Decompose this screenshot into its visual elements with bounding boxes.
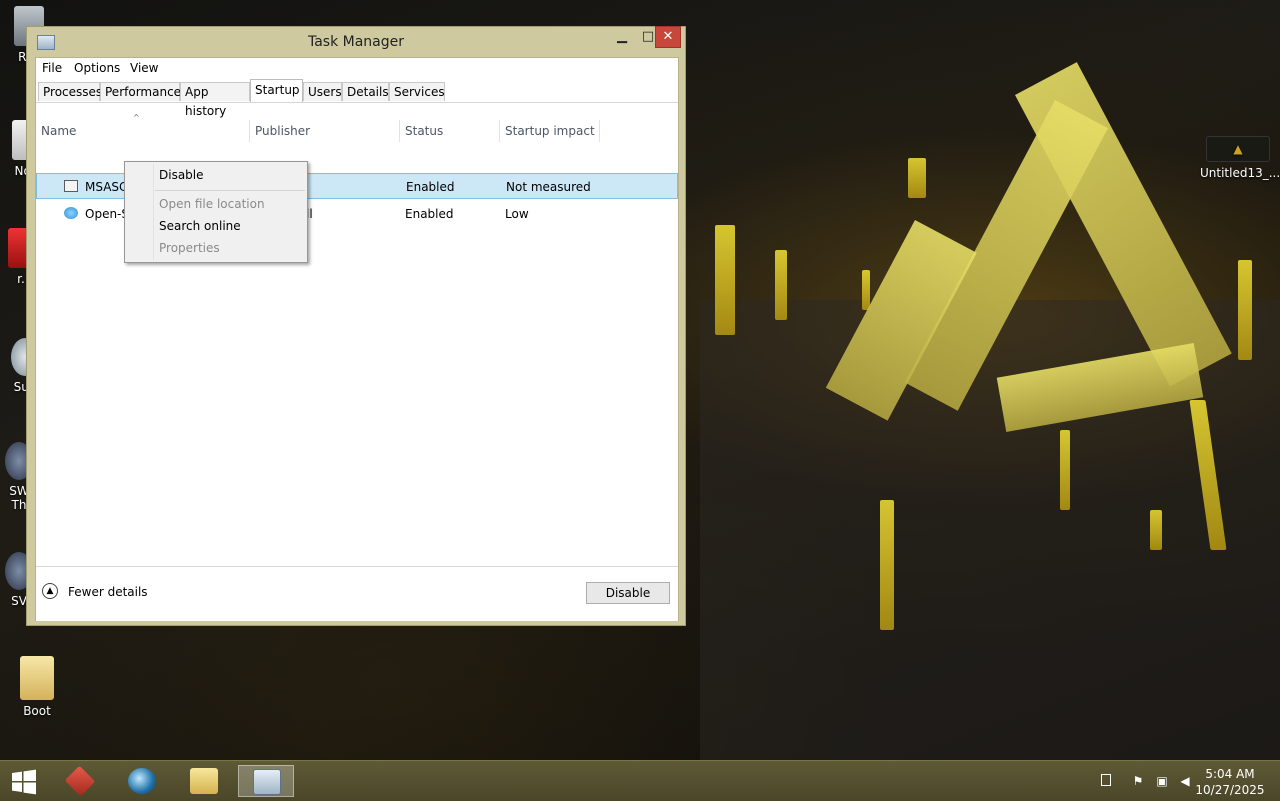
network-icon[interactable]: ▣ [1155,774,1169,788]
context-menu-properties[interactable]: Properties [159,241,220,255]
tab-details[interactable]: Details [342,82,389,101]
taskbar: ⚑ ▣ ◀ 5:04 AM 10/27/2025 [0,760,1280,801]
taskbar-app-browser[interactable] [114,765,170,797]
desktop-icon-untitled[interactable]: ▲ Untitled13_... [1200,136,1280,180]
footer-bar: ▲ Fewer details Disable [36,566,678,621]
desktop-icon-boot[interactable]: Boot [8,656,66,718]
desktop-icon-label: SV [11,594,27,608]
start-button[interactable] [0,765,48,797]
window-title: Task Manager [307,34,405,50]
folder-icon [190,768,218,794]
task-manager-client-area: File Options View Processes Performance … [35,57,679,621]
desktop-icon-label: Boot [23,704,51,718]
image-file-icon: ▲ [1206,136,1270,162]
desktop-icon-label: r. [17,272,25,286]
context-menu-disable[interactable]: Disable [159,168,204,182]
action-center-flag-icon[interactable]: ⚑ [1131,774,1145,788]
menu-separator [155,190,305,191]
taskbar-task-manager[interactable] [238,765,294,797]
column-status[interactable]: Status [400,120,500,142]
row-impact: Low [505,207,529,221]
taskbar-app-box[interactable] [52,765,108,797]
column-header-row: Name Publisher Status Startup impact [36,120,678,142]
tab-bar: Processes Performance App history Startu… [36,78,678,118]
disable-button[interactable]: Disable [586,582,670,604]
globe-icon [64,207,78,219]
task-manager-icon [253,769,281,795]
wallpaper-pillar [775,250,787,320]
clock-date: 10/27/2025 [1195,783,1265,797]
system-clock[interactable]: 5:04 AM 10/27/2025 [1190,766,1270,798]
row-impact: Not measured [506,180,591,194]
minimize-button[interactable]: ▁ [609,27,635,47]
title-bar[interactable]: Task Manager ▁ □ ✕ [27,26,685,57]
tab-startup[interactable]: Startup [250,79,303,102]
chevron-up-icon[interactable]: ▲ [42,583,58,599]
menu-bar: File Options View [36,58,678,78]
fewer-details-link[interactable]: Fewer details [68,585,148,599]
taskbar-file-explorer[interactable] [176,765,232,797]
context-menu: Disable Open file location Search online… [124,161,308,263]
task-manager-window: Task Manager ▁ □ ✕ File Options View Pro… [26,26,686,626]
context-menu-open-file-location[interactable]: Open file location [159,197,265,211]
row-status: Enabled [405,207,454,221]
wallpaper-pillar [908,158,926,198]
wallpaper-pillar [1238,260,1252,360]
folder-icon [20,656,54,700]
show-desktop-icon[interactable] [1101,774,1111,786]
column-publisher[interactable]: Publisher [250,120,400,142]
desktop-icon-label: Untitled13_... [1200,166,1280,180]
clock-time: 5:04 AM [1205,767,1255,781]
wallpaper-pillar [715,225,735,335]
context-menu-search-online[interactable]: Search online [159,219,241,233]
close-button[interactable]: ✕ [655,26,681,48]
tab-processes[interactable]: Processes [38,82,102,101]
desktop-icon-label: Th [11,498,27,512]
menu-view[interactable]: View [130,61,158,75]
row-status: Enabled [406,180,455,194]
wallpaper-pillar [1060,430,1070,510]
menu-options[interactable]: Options [74,61,120,75]
app-window-icon [64,180,78,192]
menu-file[interactable]: File [42,61,62,75]
wallpaper-pillar [880,500,894,630]
tab-performance[interactable]: Performance [100,82,181,101]
browser-globe-icon [128,768,156,794]
tab-services[interactable]: Services [389,82,445,101]
tab-app-history[interactable]: App history [180,82,250,118]
windows-logo-icon [12,769,36,795]
column-startup-impact[interactable]: Startup impact [500,120,600,142]
tab-users[interactable]: Users [303,82,342,101]
row-name: Open-S [85,207,129,221]
menu-gutter [153,164,154,260]
column-name[interactable]: Name [36,120,250,142]
wallpaper-pillar [862,270,870,310]
box-app-icon [64,765,96,797]
wallpaper-pillar [1150,510,1162,550]
